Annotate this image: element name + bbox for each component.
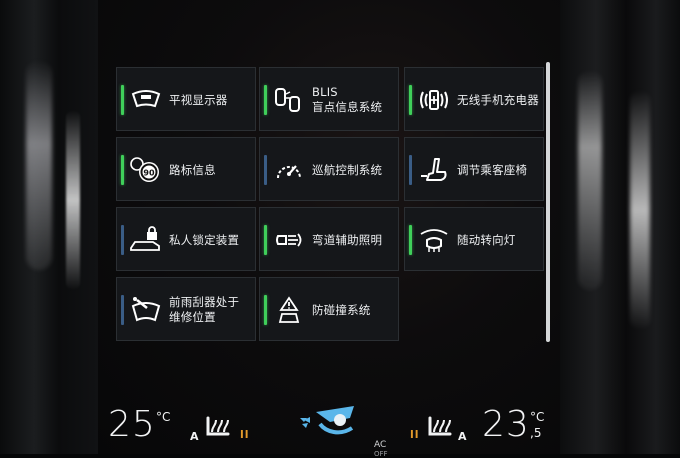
tile-label: 随动转向灯 [457,208,539,272]
function-tile[interactable]: 防碰撞系统 [259,277,399,341]
tile-label: 私人锁定装置 [169,208,251,272]
tile-label: 路标信息 [169,138,251,202]
status-indicator [409,225,412,255]
tile-label-line: 弯道辅助照明 [312,232,383,247]
active-bending-light-icon [417,226,451,254]
tile-label: 防碰撞系统 [312,278,394,342]
driver-seat-heat-level: ll [240,428,250,441]
svg-text:90: 90 [143,169,155,178]
tile-label-line: 调节乘客座椅 [457,162,528,177]
wiper-service-icon [129,296,163,324]
passenger-seat-auto-label: A [458,430,467,443]
tile-label-line: 随动转向灯 [457,232,516,247]
function-tile[interactable]: 私人锁定装置 [116,207,256,271]
function-tile[interactable]: 巡航控制系统 [259,137,399,201]
status-indicator [409,85,412,115]
function-tile[interactable]: 调节乘客座椅 [404,137,544,201]
tile-label-line: BLIS [312,85,338,99]
passenger-temperature-unit: °C [530,410,545,424]
cornering-light-icon [272,226,306,254]
tile-label-line: 防碰撞系统 [312,302,371,317]
tile-label: 平视显示器 [169,68,251,132]
fan-climate-icon[interactable] [296,402,362,442]
driver-temperature[interactable]: 25 [108,404,156,445]
driver-seat-auto-label: A [190,430,199,443]
passenger-temperature-decimal: ,5 [530,426,542,440]
driver-seat-heat-icon[interactable] [202,412,236,442]
function-tile[interactable]: 无线手机充电器 [404,67,544,131]
blind-spot-icon [272,86,306,114]
tile-label-line: 巡航控制系统 [312,162,383,177]
scrollbar[interactable] [546,62,550,342]
tile-label: 弯道辅助照明 [312,208,394,272]
tile-label: 无线手机充电器 [457,68,539,132]
status-indicator [409,155,412,185]
function-tile[interactable]: 前雨刮器处于 维修位置 [116,277,256,341]
head-up-display-icon [129,86,163,114]
function-tile[interactable]: BLIS 盲点信息系统 [259,67,399,131]
status-indicator [121,295,124,325]
function-tile[interactable]: 平视显示器 [116,67,256,131]
tile-label-line: 盲点信息系统 [312,100,383,114]
ac-label[interactable]: AC [374,440,386,450]
driver-temperature-unit: °C [156,410,171,424]
ac-sub-label: OFF [374,450,388,458]
tile-label-line: 维修位置 [169,310,216,324]
wireless-charging-icon [417,86,451,114]
tile-label: 调节乘客座椅 [457,138,539,202]
cruise-control-icon [272,156,306,184]
status-indicator [264,155,267,185]
status-indicator [121,155,124,185]
passenger-seat-heat-icon[interactable] [424,412,458,442]
status-indicator [121,225,124,255]
function-tile[interactable]: 90 路标信息 [116,137,256,201]
status-indicator [121,85,124,115]
status-indicator [264,85,267,115]
tile-label-line: 路标信息 [169,162,216,177]
passenger-seat-icon [417,156,451,184]
climate-bar: 25 °C A ll AC OFF ll A 23 °C ,5 [98,400,560,458]
passenger-seat-heat-level: ll [410,428,420,441]
tile-label: 巡航控制系统 [312,138,394,202]
tile-label-line: 私人锁定装置 [169,232,240,247]
function-tile[interactable]: 弯道辅助照明 [259,207,399,271]
status-indicator [264,295,267,325]
status-indicator [264,225,267,255]
tile-label: 前雨刮器处于 维修位置 [169,278,251,342]
passenger-temperature[interactable]: 23 [482,404,530,445]
function-tile[interactable]: 随动转向灯 [404,207,544,271]
speed-sign-icon: 90 [129,156,163,184]
bezel-left [0,0,98,454]
private-lock-icon [129,226,163,254]
tile-label-line: 无线手机充电器 [457,92,539,107]
tile-label-line: 前雨刮器处于 [169,295,240,309]
tile-label-line: 平视显示器 [169,92,228,107]
collision-warning-icon [272,296,306,324]
bezel-right [560,0,680,454]
tile-label: BLIS 盲点信息系统 [312,68,394,132]
